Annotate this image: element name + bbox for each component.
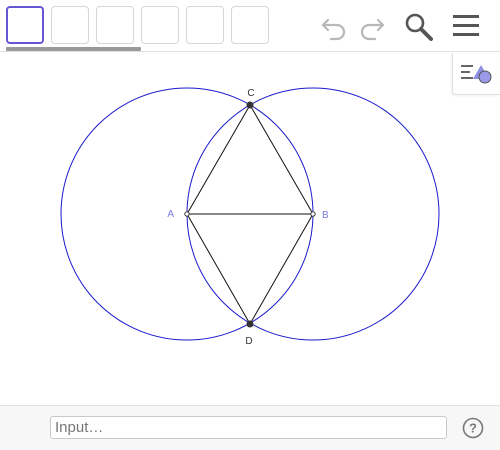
point-a[interactable] [184, 211, 190, 217]
point-label-a: A [167, 209, 174, 220]
help-icon[interactable]: ? [462, 417, 484, 439]
algebra-input-bar: ? [0, 405, 500, 450]
segment-cb[interactable] [249, 104, 314, 215]
tool-button-1[interactable] [6, 6, 44, 44]
menu-icon[interactable] [450, 12, 482, 42]
svg-text:?: ? [469, 421, 477, 436]
redo-icon[interactable] [354, 12, 388, 42]
segment-db[interactable] [249, 213, 314, 325]
segment-ad[interactable] [186, 213, 251, 325]
tool-button-5[interactable] [186, 6, 224, 44]
undo-icon[interactable] [318, 12, 352, 42]
point-label-d: D [245, 336, 252, 347]
tool-button-2[interactable] [51, 6, 89, 44]
toolbar-scrollbar[interactable] [6, 47, 141, 51]
point-label-c: C [247, 88, 254, 99]
tool-button-4[interactable] [141, 6, 179, 44]
point-c[interactable] [246, 101, 254, 109]
segment-ac[interactable] [186, 104, 251, 215]
toolbar [0, 0, 500, 52]
tool-button-6[interactable] [231, 6, 269, 44]
algebra-input[interactable] [51, 417, 446, 438]
point-b[interactable] [310, 211, 316, 217]
tool-button-3[interactable] [96, 6, 134, 44]
graphics-view[interactable]: A B C D [0, 53, 500, 405]
search-icon[interactable] [402, 11, 436, 43]
point-d[interactable] [246, 320, 254, 328]
point-label-b: B [322, 210, 329, 221]
style-bar-toggle[interactable] [452, 53, 500, 95]
input-field-box[interactable] [50, 416, 447, 439]
style-bar-icon [461, 65, 492, 84]
